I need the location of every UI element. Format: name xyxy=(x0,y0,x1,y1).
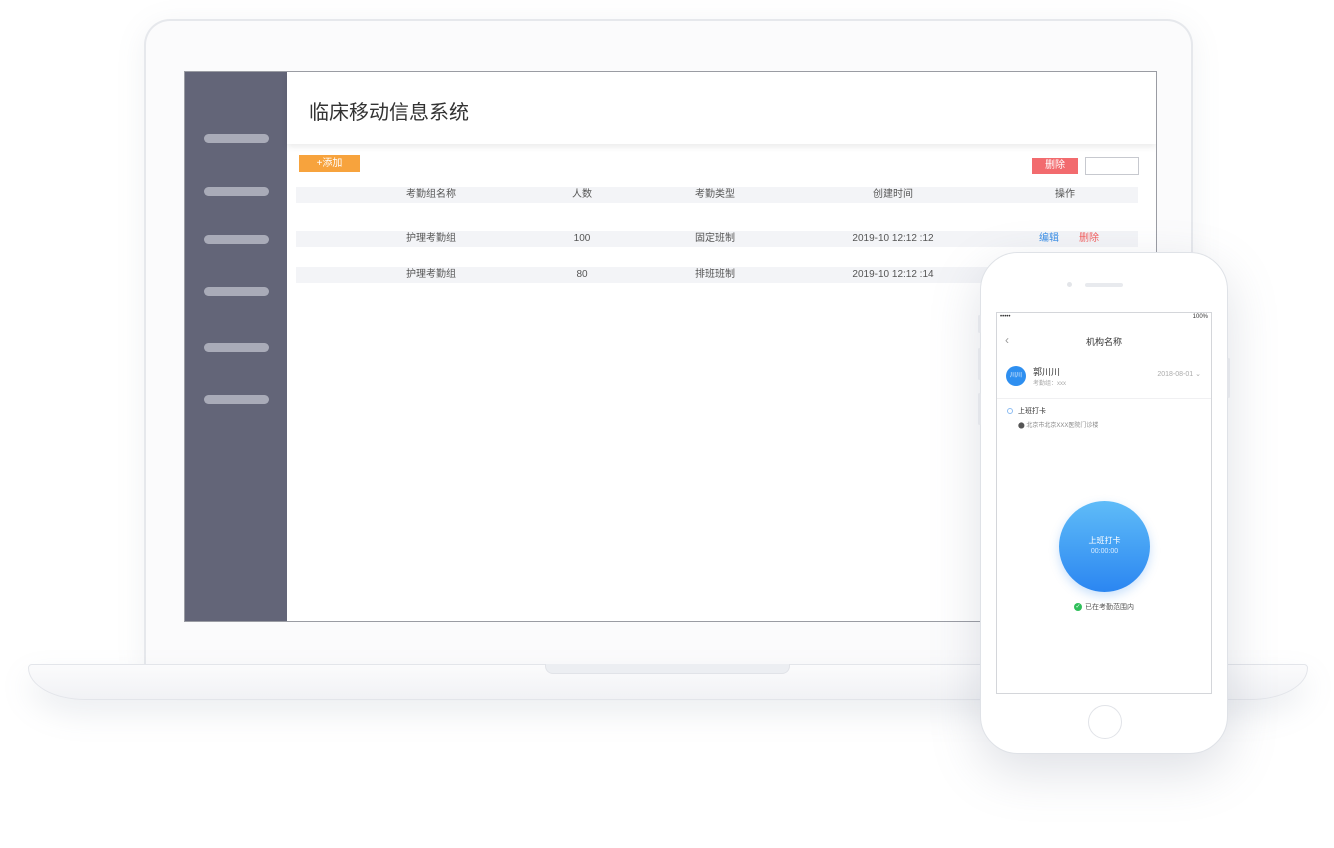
clock-in-button-time: 00:00:00 xyxy=(1090,548,1119,555)
phone-title: 机构名称 xyxy=(1085,337,1122,347)
location-text: 北京市北京XXX医院门诊楼 xyxy=(1026,423,1099,429)
chevron-down-icon: ⌄ xyxy=(1195,371,1201,378)
row-delete-link[interactable]: 删除 xyxy=(1079,231,1099,247)
phone-screen: ••••• 100% ‹ 机构名称 川川 郭川川 考勤组：xxx 2018-08… xyxy=(996,312,1212,694)
column-header-created: 创建时间 xyxy=(873,189,913,200)
cell-name: 护理考勤组 xyxy=(406,269,456,280)
cell-name: 护理考勤组 xyxy=(406,233,456,244)
sidebar-item-3[interactable] xyxy=(204,235,269,244)
sidebar-item-5[interactable] xyxy=(204,343,269,352)
check-icon: ✓ xyxy=(1074,603,1082,612)
laptop-notch xyxy=(545,664,790,674)
cell-type: 排班班制 xyxy=(695,269,735,280)
phone: ••••• 100% ‹ 机构名称 川川 郭川川 考勤组：xxx 2018-08… xyxy=(978,252,1230,754)
cell-count: 100 xyxy=(573,233,591,244)
timeline-dot-icon xyxy=(1007,408,1013,414)
sidebar-item-6[interactable] xyxy=(204,395,269,404)
search-input[interactable] xyxy=(1085,157,1139,175)
attendance-group: 考勤组：xxx xyxy=(1033,381,1067,387)
table-row: 护理考勤组 100 固定班制 2019-10 12:12 :12 编辑 删除 xyxy=(296,231,1138,247)
range-status: ✓ 已在考勤范围内 xyxy=(997,602,1211,612)
battery-indicator: 100% xyxy=(1192,314,1208,320)
home-button[interactable] xyxy=(1088,705,1122,739)
column-header-name: 考勤组名称 xyxy=(406,189,456,200)
user-name: 郭川川 xyxy=(1033,367,1061,377)
sidebar xyxy=(185,72,287,621)
clock-in-button[interactable]: 上班打卡 00:00:00 xyxy=(1059,501,1150,592)
column-header-count: 人数 xyxy=(572,189,592,200)
location-pin-icon: ⬤ xyxy=(1018,423,1025,429)
clock-in-button-label: 上班打卡 xyxy=(1088,536,1121,545)
column-header-type: 考勤类型 xyxy=(695,189,735,200)
phone-mute-switch xyxy=(978,315,981,333)
page-title: 临床移动信息系统 xyxy=(309,100,469,124)
phone-volume-down xyxy=(978,393,981,425)
divider xyxy=(997,398,1211,399)
table-header-row: 考勤组名称 人数 考勤类型 创建时间 操作 xyxy=(296,187,1138,203)
sidebar-item-1[interactable] xyxy=(204,134,269,143)
add-button[interactable]: +添加 xyxy=(299,155,360,172)
cell-count: 80 xyxy=(576,269,588,280)
phone-power-button xyxy=(1227,358,1230,398)
sidebar-item-2[interactable] xyxy=(204,187,269,196)
location: ⬤ 北京市北京XXX医院门诊楼 xyxy=(1018,420,1098,429)
sidebar-item-4[interactable] xyxy=(204,287,269,296)
edit-link[interactable]: 编辑 xyxy=(1039,231,1059,247)
signal-indicator: ••••• xyxy=(1000,314,1011,320)
cell-created: 2019-10 12:12 :14 xyxy=(852,269,934,280)
clock-in-label: 上班打卡 xyxy=(1018,408,1046,415)
header: 临床移动信息系统 xyxy=(287,72,1156,144)
avatar: 川川 xyxy=(1006,366,1026,386)
camera-icon xyxy=(1067,282,1072,287)
date-value: 2018-08-01 xyxy=(1157,371,1194,378)
date-selector[interactable]: 2018-08-01 ⌄ xyxy=(1157,370,1201,378)
column-header-actions: 操作 xyxy=(1055,189,1075,200)
cell-type: 固定班制 xyxy=(695,233,735,244)
phone-volume-up xyxy=(978,348,981,380)
cell-created: 2019-10 12:12 :12 xyxy=(852,233,934,244)
speaker-icon xyxy=(1085,283,1123,287)
delete-button[interactable]: 删除 xyxy=(1032,158,1078,174)
range-status-text: 已在考勤范围内 xyxy=(1085,604,1134,611)
